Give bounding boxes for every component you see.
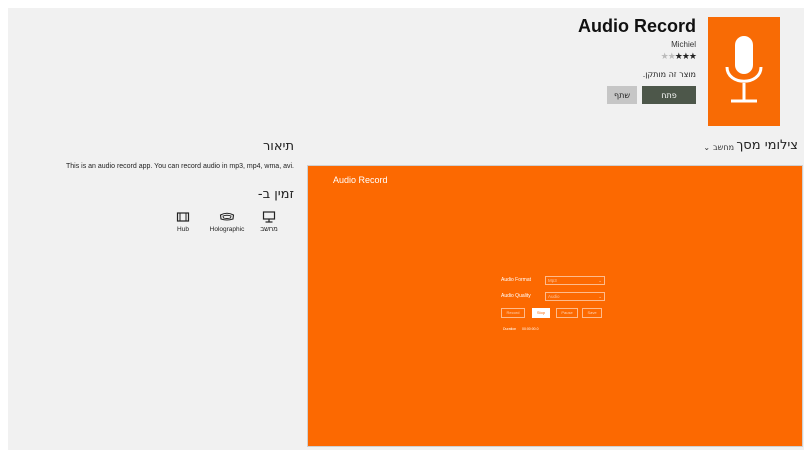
star-filled-icon: ★ [681,52,690,62]
rating-stars[interactable]: ★★★★★ [660,52,697,62]
chevron-down-icon: ⌄ [598,278,602,283]
installed-note: מוצר זה מותקן. [642,70,696,79]
holographic-headset-icon [219,212,235,221]
publisher-link[interactable]: Michiel [671,40,696,49]
star-filled-icon: ★ [674,52,683,62]
device-filter-label: מחשב [713,143,734,152]
device-hub: Hub [157,211,209,233]
star-filled-icon: ★ [688,52,697,62]
device-label: Hub [177,226,189,233]
chevron-down-icon: ⌄ [598,294,602,299]
hub-icon [176,212,190,222]
screenshot-status-label: Duration [503,327,517,331]
device-label: מחשב [260,226,278,233]
description-title: תיאור [262,139,294,154]
screenshot-quality-label: Audio Quality [501,293,531,299]
app-screenshot[interactable]: Audio Record Audio Format Mp3 ⌄ Audio Qu… [307,165,803,447]
store-page: Audio Record Michiel ★★★★★ מוצר זה מותקן… [8,8,804,450]
open-button[interactable]: פתח [642,86,696,104]
app-tile [708,17,780,126]
device-label: Holographic [209,226,245,233]
screenshot-quality-select: Audio ⌄ [545,292,605,301]
star-empty-icon: ★ [660,52,669,62]
microphone-icon [725,36,763,103]
device-filter-dropdown[interactable]: מחשב ⌄ [703,143,734,152]
screenshots-title: צילומי מסך [736,138,798,153]
app-title: Audio Record [577,16,696,36]
screenshot-app-title: Audio Record [333,175,388,185]
screenshot-status-value: 00:00:00.0 [522,327,539,331]
screenshot-format-value: Mp3 [548,278,557,283]
screenshot-record-button: Record [501,308,525,318]
screenshot-pause-button: Pause [556,308,578,318]
star-empty-icon: ★ [667,52,676,62]
screenshot-format-select: Mp3 ⌄ [545,276,605,285]
chevron-down-icon: ⌄ [703,143,711,152]
pc-icon [262,211,276,223]
screenshot-stop-button: Stop [532,308,550,318]
description-text: This is an audio record app. You can rec… [65,163,294,170]
screenshot-format-label: Audio Format [501,277,532,283]
available-on-title: זמין ב- [257,187,294,202]
share-button[interactable]: שתף [607,86,637,104]
screenshot-save-button: Save [582,308,602,318]
screenshot-quality-value: Audio [548,294,560,299]
